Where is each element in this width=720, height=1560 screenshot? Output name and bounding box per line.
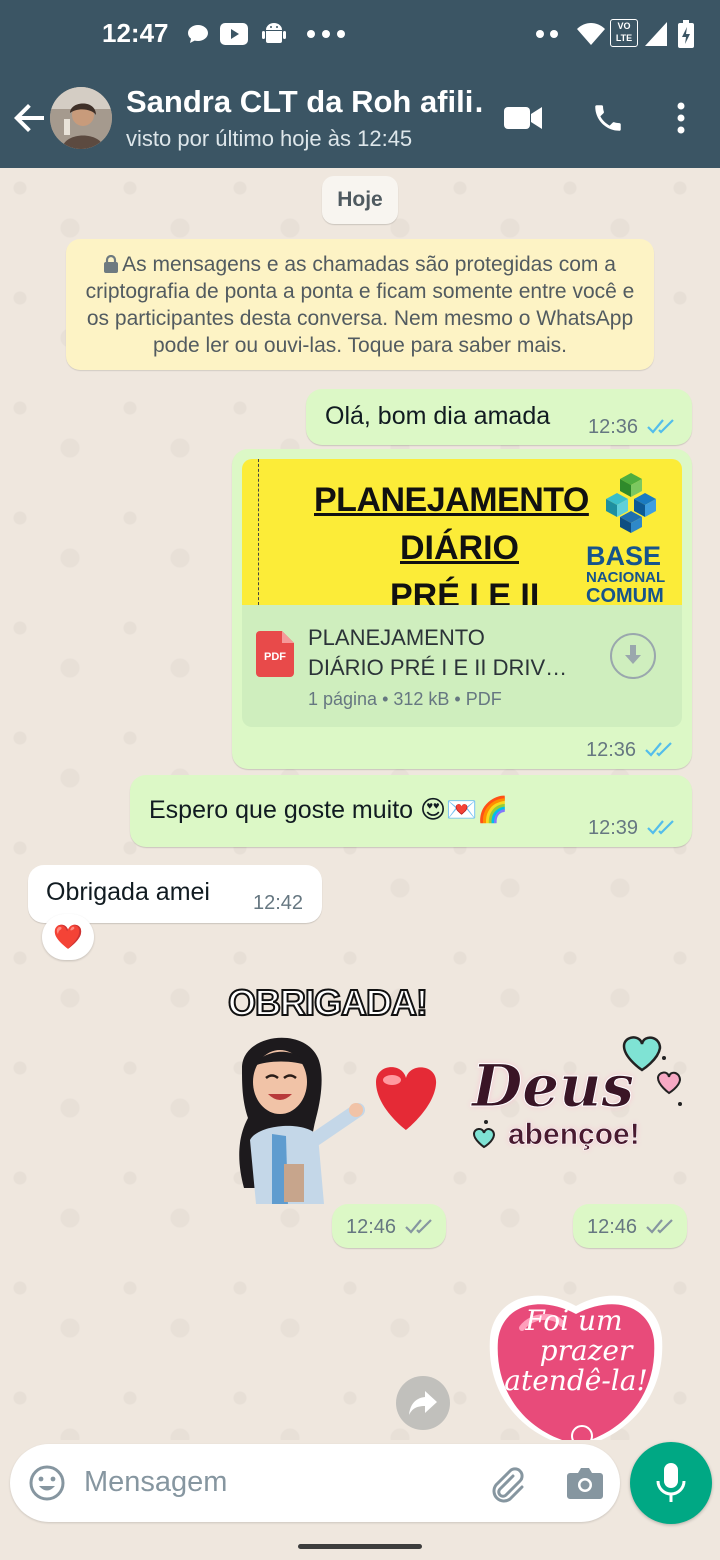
message-time: 12:39 — [588, 817, 639, 839]
sticker-text-line3: atendê-la! — [504, 1364, 648, 1397]
sticker-time-chip: 12:46 — [573, 1204, 687, 1248]
girl-with-heart-sticker-icon — [239, 1037, 437, 1204]
camera-icon[interactable] — [566, 1466, 604, 1505]
sticker-text-line2: prazer — [539, 1334, 633, 1367]
youtube-icon — [220, 20, 248, 48]
sticker-text-line1: Deus — [471, 1052, 635, 1121]
message-text: Obrigada amei — [46, 878, 210, 906]
android-icon — [262, 20, 286, 48]
home-gesture-pill[interactable] — [298, 1544, 422, 1549]
contact-name[interactable]: Sandra CLT da Roh afili… — [126, 84, 486, 120]
read-ticks-icon — [645, 742, 672, 757]
document-message[interactable]: PLANEJAMENTO DIÁRIO PRÉ I E II BASE NACI… — [232, 449, 692, 769]
delivered-ticks-icon — [646, 1219, 673, 1234]
preview-logo-line1: BASE — [586, 541, 662, 571]
message-time: 12:46 — [587, 1216, 638, 1238]
emoji-icon[interactable] — [28, 1464, 66, 1507]
file-meta: 1 página • 312 kB • PDF — [308, 689, 502, 709]
battery-icon — [678, 20, 694, 48]
attach-icon[interactable] — [486, 1464, 526, 1509]
download-icon[interactable] — [610, 633, 656, 679]
message-time: 12:36 — [586, 739, 637, 761]
sticker-obrigada[interactable]: OBRIGADA! — [227, 976, 454, 1206]
navigation-bar — [0, 1532, 720, 1560]
read-ticks-icon — [647, 419, 674, 434]
dots-icon — [535, 20, 559, 48]
contact-avatar[interactable] — [50, 87, 112, 149]
message-composer[interactable]: Mensagem — [10, 1444, 620, 1522]
sticker-foi-um-prazer[interactable]: Foi um prazer atendê-la! — [486, 1288, 666, 1440]
wifi-icon — [577, 20, 605, 48]
delivered-ticks-icon — [405, 1219, 432, 1234]
status-time: 12:47 — [102, 18, 169, 48]
pdf-badge-text: PDF — [264, 651, 286, 663]
phone-icon[interactable] — [588, 98, 628, 138]
message-input[interactable]: Mensagem — [84, 1466, 227, 1499]
chat-area[interactable]: Hoje As mensagens e as chamadas são prot… — [0, 168, 720, 1440]
preview-title-line2: DIÁRIO — [400, 529, 519, 567]
forward-icon[interactable] — [396, 1376, 450, 1430]
file-name-line1: PLANEJAMENTO — [308, 625, 485, 650]
message-bubble-outgoing[interactable]: Olá, bom dia amada 12:36 — [306, 389, 692, 445]
message-bubble-outgoing[interactable]: Espero que goste muito 😍💌🌈 12:39 — [130, 775, 692, 847]
more-notifications-icon — [306, 20, 346, 48]
top-bar: 12:47 VO LTE Sandra CLT da Roh afili… vi… — [0, 0, 720, 168]
message-text: Olá, bom dia amada — [325, 402, 551, 430]
mic-button[interactable] — [630, 1442, 712, 1524]
message-notification-icon — [186, 20, 210, 48]
sticker-time-chip: 12:46 — [332, 1204, 446, 1248]
document-info[interactable]: PDF PLANEJAMENTO DIÁRIO PRÉ I E II DRIV…… — [242, 605, 682, 727]
sticker-text-line1: Foi um — [525, 1304, 623, 1337]
read-ticks-icon — [647, 820, 674, 835]
more-vert-icon[interactable] — [666, 98, 696, 138]
message-time: 12:36 — [588, 416, 639, 438]
preview-logo-line2: NACIONAL — [586, 569, 666, 586]
day-chip: Hoje — [322, 176, 398, 224]
pdf-icon: PDF — [256, 631, 294, 677]
volte-badge-top: VO — [617, 21, 631, 31]
video-call-icon[interactable] — [500, 98, 546, 138]
signal-icon — [645, 20, 667, 48]
lock-icon — [104, 254, 119, 273]
message-time: 12:42 — [253, 892, 304, 914]
sticker-caption: OBRIGADA! — [227, 981, 429, 1024]
encryption-notice-text: As mensagens e as chamadas são protegida… — [85, 253, 635, 357]
file-name-line2: DIÁRIO PRÉ I E II DRIV… — [308, 655, 568, 680]
message-time: 12:46 — [346, 1216, 397, 1238]
last-seen-status: visto por último hoje às 12:45 — [126, 126, 413, 151]
mic-icon — [656, 1463, 686, 1502]
document-preview[interactable]: PLANEJAMENTO DIÁRIO PRÉ I E II BASE NACI… — [242, 459, 682, 605]
message-text: Espero que goste muito 😍💌🌈 — [149, 796, 509, 824]
status-bar: 12:47 VO LTE — [0, 0, 720, 68]
cube-logo-icon — [606, 473, 656, 533]
preview-title-line1: PLANEJAMENTO — [314, 481, 589, 519]
preview-logo-line3: COMUM — [586, 585, 664, 605]
volte-badge-bottom: LTE — [615, 33, 633, 43]
reaction-heart: ❤️ — [53, 923, 83, 951]
preview-title-line3: PRÉ I E II — [390, 577, 540, 605]
back-arrow-icon[interactable] — [10, 98, 50, 138]
encryption-notice[interactable]: As mensagens e as chamadas são protegida… — [66, 239, 654, 370]
message-reaction[interactable]: ❤️ — [42, 914, 94, 960]
sticker-deus-abencoe[interactable]: Deus abençoe! — [464, 1026, 690, 1164]
sticker-text-line2: abençoe! — [508, 1118, 640, 1152]
chat-header: Sandra CLT da Roh afili… visto por últim… — [0, 68, 720, 168]
volte-badge: VO LTE — [610, 19, 638, 47]
